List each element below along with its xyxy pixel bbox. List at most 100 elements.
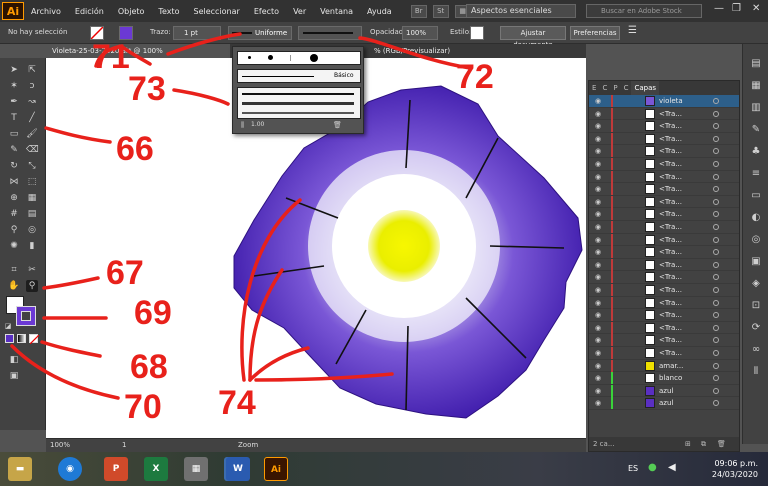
target-circle-icon[interactable] [713, 224, 719, 230]
graph-icon[interactable]: ▮ [26, 240, 38, 252]
gradient-mode-icon[interactable] [17, 334, 26, 343]
layer-row[interactable]: ◉ <Tra... [589, 158, 739, 171]
target-circle-icon[interactable] [713, 261, 719, 268]
layer-row[interactable]: ◉ <Tra... [589, 309, 739, 322]
language-indicator[interactable]: ES [628, 464, 638, 473]
target-circle-icon[interactable] [713, 211, 719, 218]
stock-search-input[interactable]: Buscar en Adobe Stock [586, 4, 702, 18]
gradient-icon[interactable]: ▤ [26, 208, 38, 220]
visibility-eye-icon[interactable]: ◉ [595, 299, 601, 307]
target-circle-icon[interactable] [713, 249, 719, 256]
target-circle-icon[interactable] [713, 135, 719, 142]
none-mode-icon[interactable] [29, 334, 39, 344]
layer-name[interactable]: <Tra... [659, 173, 682, 181]
artboard-number[interactable]: 1 [122, 441, 126, 449]
visibility-eye-icon[interactable]: ◉ [595, 147, 601, 155]
hand-tool-icon[interactable]: ✋ [8, 280, 20, 292]
perspective-icon[interactable]: ▦ [26, 192, 38, 204]
volume-icon[interactable]: ◀ [668, 462, 676, 473]
system-clock[interactable]: 09:06 p.m. 24/03/2020 [712, 458, 758, 480]
visibility-eye-icon[interactable]: ◉ [595, 160, 601, 168]
align-icon[interactable]: ⫴ [750, 366, 762, 378]
visibility-eye-icon[interactable]: ◉ [595, 110, 601, 118]
tab-capas[interactable]: Capas [631, 81, 660, 95]
target-circle-icon[interactable] [713, 375, 719, 382]
layer-name[interactable]: <Tra... [659, 261, 682, 269]
layer-name[interactable]: <Tra... [659, 336, 682, 344]
direct-selection-icon[interactable]: ⇱ [26, 64, 38, 76]
illustrator-taskbar-icon[interactable]: Ai [264, 457, 288, 481]
draw-mode-icon[interactable]: ◧ [8, 354, 20, 366]
layer-name[interactable]: violeta [659, 97, 683, 105]
layer-name[interactable]: <Tra... [659, 147, 682, 155]
layers-panel-icon[interactable]: ◈ [750, 278, 762, 290]
powerpoint-icon[interactable]: P [104, 457, 128, 481]
word-icon[interactable]: W [226, 457, 250, 481]
slice-icon[interactable]: ✂ [26, 264, 38, 276]
chrome-icon[interactable]: ◉ [58, 457, 82, 481]
width-tool-icon[interactable]: ⋈ [8, 176, 20, 188]
tab-violeta[interactable]: Violeta-25-03-2020.ai* @ 100% (RGB/Previ… [46, 44, 230, 69]
layer-name[interactable]: <Tra... [659, 122, 682, 130]
preferences-button[interactable]: Preferencias [570, 26, 620, 40]
blend-icon[interactable]: ◎ [26, 224, 38, 236]
layer-row[interactable]: ◉ <Tra... [589, 284, 739, 297]
visibility-eye-icon[interactable]: ◉ [595, 261, 601, 269]
layer-name[interactable]: <Tra... [659, 311, 682, 319]
gradient-panel-icon[interactable]: ▭ [750, 190, 762, 202]
target-circle-icon[interactable] [713, 274, 719, 281]
layer-name[interactable]: <Tra... [659, 236, 682, 244]
type-tool-icon[interactable]: T [8, 112, 20, 124]
layer-name[interactable]: <Tra... [659, 210, 682, 218]
target-circle-icon[interactable] [713, 312, 719, 319]
tab-p[interactable]: P [610, 81, 620, 95]
brush-basic-row[interactable]: Básico [237, 69, 361, 83]
stroke-color-box[interactable] [16, 306, 36, 326]
layer-name[interactable]: <Tra... [659, 160, 682, 168]
delete-brush-icon[interactable]: 🗑 [333, 121, 342, 129]
layer-name[interactable]: <Tra... [659, 324, 682, 332]
excel-icon[interactable]: X [144, 457, 168, 481]
menu-efecto[interactable]: Efecto [247, 7, 286, 16]
layer-name[interactable]: <Tra... [659, 349, 682, 357]
close-icon[interactable]: ✕ [752, 3, 760, 14]
lasso-icon[interactable]: ↄ [26, 80, 38, 92]
visibility-eye-icon[interactable]: ◉ [595, 185, 601, 193]
visibility-eye-icon[interactable]: ◉ [595, 135, 601, 143]
visibility-eye-icon[interactable]: ◉ [595, 198, 601, 206]
menu-edicion[interactable]: Edición [68, 7, 111, 16]
line-tool-icon[interactable]: ╱ [26, 112, 38, 124]
visibility-eye-icon[interactable]: ◉ [595, 122, 601, 130]
target-circle-icon[interactable] [713, 299, 719, 306]
tab-e[interactable]: E [589, 81, 599, 95]
layer-row[interactable]: ◉ <Tra... [589, 132, 739, 146]
visibility-eye-icon[interactable]: ◉ [595, 286, 601, 294]
layer-name[interactable]: <Tra... [659, 110, 682, 118]
magic-wand-icon[interactable]: ✶ [8, 80, 20, 92]
minimize-icon[interactable]: — [714, 3, 724, 14]
layer-row[interactable]: ◉ <Tra... [589, 120, 739, 133]
layer-name[interactable]: amar... [659, 362, 683, 370]
transparency-icon[interactable]: ◐ [750, 212, 762, 224]
layer-row[interactable]: ◉ <Tra... [589, 321, 739, 335]
target-circle-icon[interactable] [713, 123, 719, 130]
stock-icon[interactable]: St [432, 4, 449, 18]
visibility-eye-icon[interactable]: ◉ [595, 173, 601, 181]
visibility-eye-icon[interactable]: ◉ [595, 387, 601, 395]
layer-row[interactable]: ◉ violeta [589, 95, 739, 108]
layer-row[interactable]: ◉ <Tra... [589, 195, 739, 209]
layer-name[interactable]: <Tra... [659, 248, 682, 256]
menu-texto[interactable]: Texto [151, 7, 186, 16]
layer-row[interactable]: ◉ <Tra... [589, 233, 739, 247]
layer-name[interactable]: <Tra... [659, 135, 682, 143]
target-circle-icon[interactable] [713, 198, 719, 205]
artboards-icon[interactable]: ⊡ [750, 300, 762, 312]
layer-row[interactable]: ◉ <Tra... [589, 258, 739, 272]
new-layer-icon[interactable]: ⊞ [685, 437, 691, 451]
free-transform-icon[interactable]: ⬚ [26, 176, 38, 188]
arrange-icon[interactable]: ☰ [628, 25, 637, 36]
brushes-icon[interactable]: ✎ [750, 124, 762, 136]
layer-row[interactable]: ◉ <Tra... [589, 107, 739, 121]
target-circle-icon[interactable] [713, 173, 719, 180]
paintbrush-icon[interactable]: 🖌 [26, 128, 38, 140]
